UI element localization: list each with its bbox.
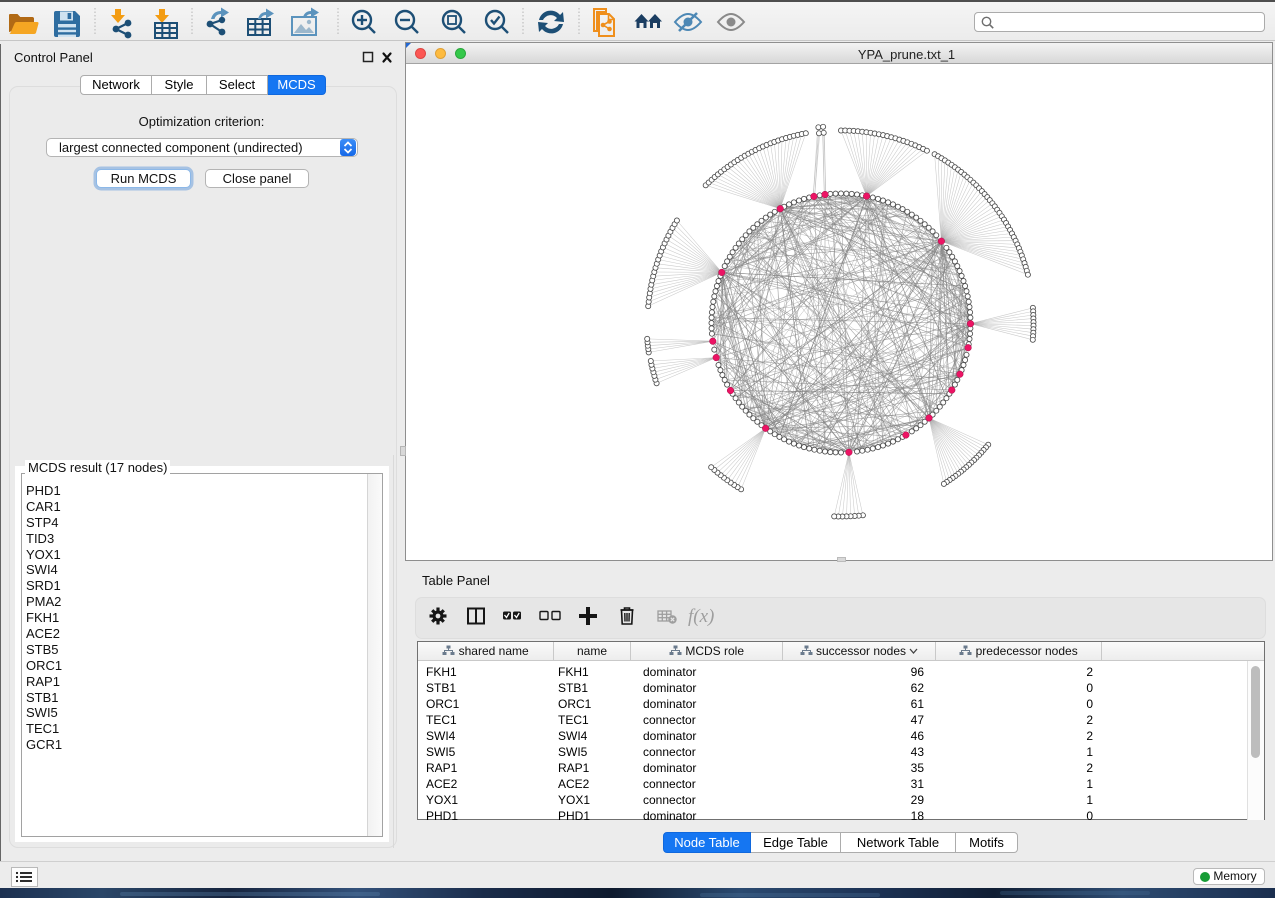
svg-text:f(x): f(x)	[688, 606, 714, 627]
